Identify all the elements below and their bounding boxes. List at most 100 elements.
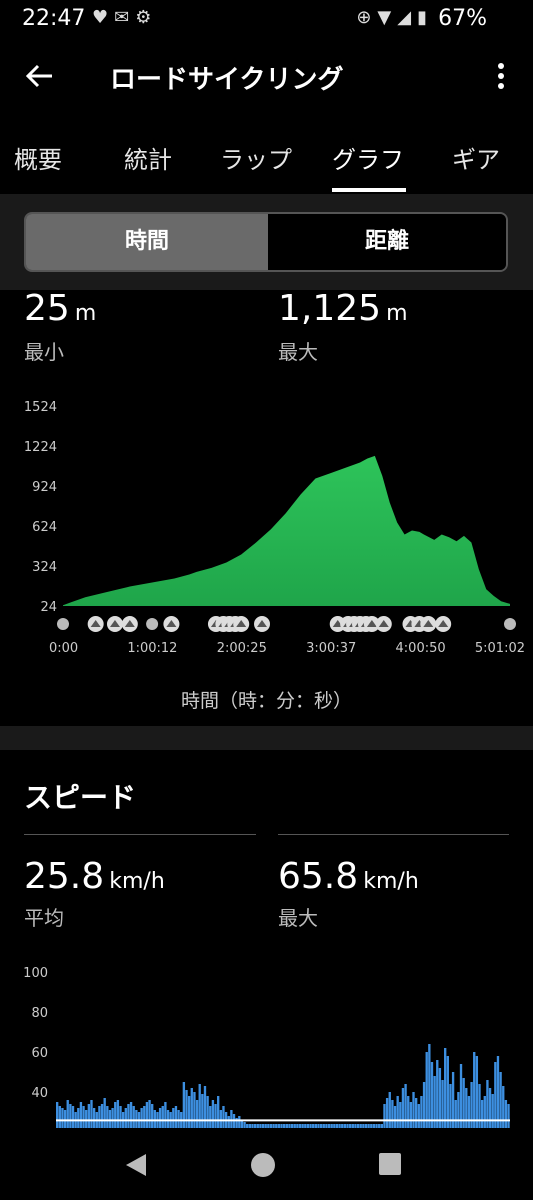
speed-bar (161, 1106, 164, 1128)
speed-bar (58, 1106, 61, 1128)
lap-marker[interactable] (420, 616, 437, 632)
elevation-x-tick: 3:00:37 (306, 641, 356, 656)
lap-marker[interactable] (375, 616, 392, 632)
speed-bar (90, 1100, 93, 1128)
speed-bar (393, 1106, 397, 1128)
lap-marker[interactable] (233, 616, 250, 632)
battery-percent: 67% (438, 6, 487, 31)
app-bar: ロードサイクリング (0, 40, 533, 120)
lap-marker[interactable] (57, 618, 69, 630)
elevation-y-tick: 1524 (24, 400, 57, 415)
tab-graph[interactable]: グラフ (332, 140, 404, 175)
speed-bar (217, 1096, 220, 1128)
lap-marker[interactable] (504, 618, 516, 630)
speed-bar (473, 1052, 476, 1128)
speed-bar (56, 1102, 59, 1128)
elevation-y-tick: 1224 (24, 440, 57, 455)
speed-bar (206, 1096, 209, 1128)
back-arrow-icon[interactable] (24, 60, 64, 100)
speed-y-tick: 40 (31, 1086, 48, 1101)
speed-avg-divider (24, 834, 256, 835)
speed-bar (108, 1110, 112, 1128)
elevation-max-label: 最大 (278, 340, 318, 364)
lap-marker[interactable] (163, 616, 180, 632)
lap-marker[interactable] (87, 616, 104, 632)
signal-icon: ◢ (397, 7, 418, 28)
speed-bar (153, 1110, 157, 1128)
lap-marker[interactable] (121, 616, 138, 632)
speed-bar (135, 1110, 138, 1128)
speed-max-value: 65.8 (278, 856, 359, 897)
speed-bar (407, 1096, 410, 1128)
status-right-icons: ⊕▼◢▮ (356, 7, 433, 28)
speed-bar (124, 1108, 127, 1128)
speed-bar (404, 1084, 407, 1128)
speed-y-tick: 100 (23, 966, 48, 981)
speed-bar (98, 1106, 101, 1128)
speed-bar (491, 1094, 494, 1128)
speed-bar (79, 1102, 83, 1128)
status-time: 22:47 (22, 6, 86, 31)
elevation-chart[interactable]: 24 324 624 924 1224 1524 0:00 1:00:12 2:00:25 3:0… (0, 390, 533, 670)
nav-home-icon[interactable] (250, 1152, 276, 1178)
app-icon: ⚙ (135, 7, 158, 28)
speed-bar (114, 1102, 117, 1128)
speed-bar (195, 1100, 199, 1128)
elevation-y-tick: 324 (32, 560, 57, 575)
speed-bar (132, 1106, 135, 1128)
speed-bar (193, 1092, 196, 1128)
speed-y-tick: 80 (31, 1006, 48, 1021)
navigation-bar (0, 1128, 533, 1200)
more-options-icon[interactable] (489, 60, 513, 100)
speed-avg-value: 25.8 (24, 856, 105, 897)
lap-marker[interactable] (435, 616, 452, 632)
lap-marker[interactable] (106, 616, 123, 632)
speed-bar (127, 1104, 130, 1128)
tab-laps[interactable]: ラップ (220, 140, 292, 175)
speed-bar (129, 1102, 133, 1128)
speed-max-divider (278, 834, 509, 835)
speed-bar (483, 1096, 486, 1128)
speed-bar (504, 1100, 508, 1128)
elevation-min-unit: m (74, 301, 97, 326)
speed-bar (87, 1104, 91, 1128)
speed-bar (494, 1062, 497, 1128)
section-divider (0, 726, 533, 750)
nav-back-icon[interactable] (122, 1152, 148, 1178)
elevation-max: 1,125 m (278, 288, 408, 329)
tab-stats[interactable]: 統計 (124, 140, 172, 175)
speed-bar (100, 1104, 104, 1128)
speed-bar (412, 1092, 415, 1128)
tab-gear[interactable]: ギア (452, 140, 500, 175)
speed-max: 65.8 km/h (278, 856, 419, 897)
speed-section-title: スピード (24, 781, 137, 814)
tab-bar: 概要 統計 ラップ グラフ ギア (0, 132, 533, 194)
speed-max-unit: km/h (363, 869, 419, 894)
page-title: ロードサイクリング (110, 65, 344, 95)
lap-marker[interactable] (146, 618, 159, 630)
speed-bar (185, 1090, 188, 1128)
speed-bar (480, 1100, 484, 1128)
speed-bar (82, 1106, 85, 1128)
speed-chart[interactable]: 40 60 80 100 (0, 956, 533, 1128)
wifi-icon: ▼ (377, 7, 398, 28)
elevation-x-tick: 1:00:12 (127, 641, 177, 656)
speed-bar (66, 1100, 69, 1128)
segment-distance[interactable]: 距離 (268, 214, 506, 270)
tab-overview[interactable]: 概要 (14, 140, 62, 175)
segment-time[interactable]: 時間 (26, 214, 268, 270)
elevation-x-tick: 2:00:25 (217, 641, 267, 656)
nav-recents-icon[interactable] (378, 1152, 402, 1176)
elevation-min-label: 最小 (24, 340, 64, 364)
speed-bar (77, 1108, 80, 1128)
lap-marker[interactable] (253, 616, 270, 632)
speed-bar (438, 1068, 442, 1128)
speed-bar (230, 1110, 233, 1128)
segmented-control: 時間 距離 (24, 212, 508, 272)
speed-bar (391, 1100, 394, 1128)
speed-bar (454, 1100, 457, 1128)
speed-bar (222, 1106, 225, 1128)
speed-bar (158, 1108, 162, 1128)
speed-bar (190, 1088, 193, 1128)
speed-bar (106, 1106, 109, 1128)
